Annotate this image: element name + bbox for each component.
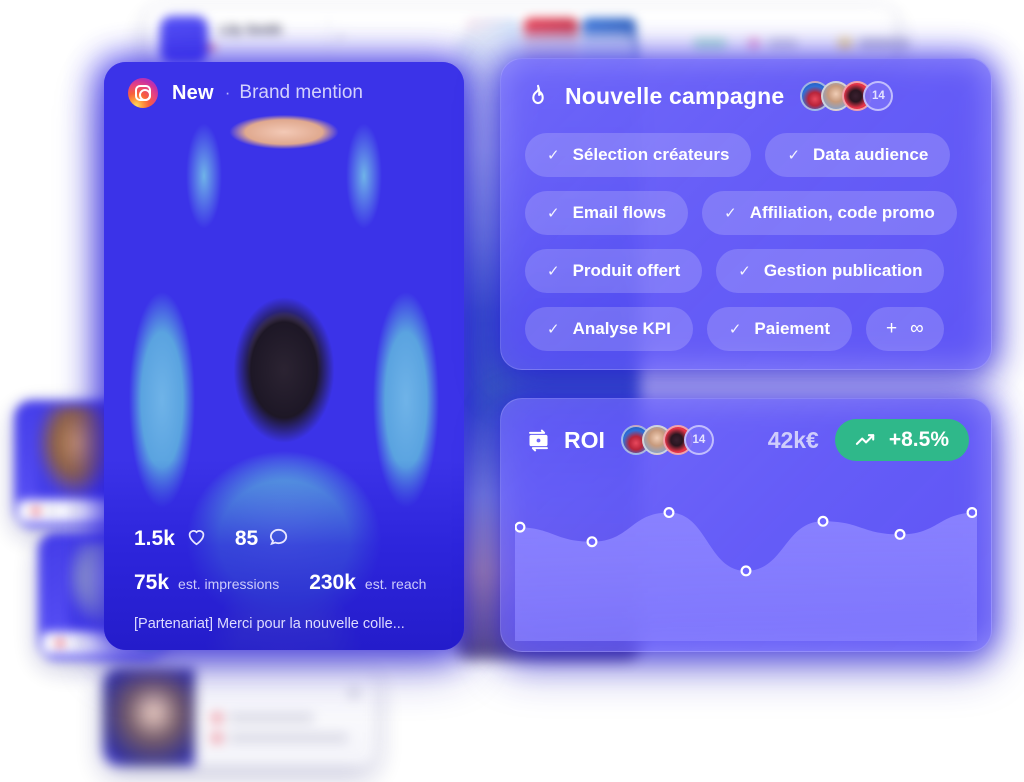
post-reach-value: 230k: [309, 571, 356, 595]
background-profile-name: [211, 686, 215, 701]
post-caption: [Partenariat] Merci pour la nouvelle col…: [134, 616, 405, 633]
campaign-task-list: ✓ Sélection créateurs ✓ Data audience ✓ …: [525, 133, 967, 351]
avatar-overflow-count: 14: [863, 81, 894, 111]
roi-chart-point: [894, 528, 906, 540]
background-panel-subtitle: [220, 44, 223, 54]
chip-label: Sélection créateurs: [572, 145, 730, 164]
check-icon: ✓: [728, 321, 742, 338]
post-header: New · Brand mention: [104, 62, 464, 124]
heart-icon[interactable]: [186, 527, 207, 551]
post-stats: 1.5k 85 75k est. impressions 230k est. r…: [104, 527, 464, 650]
campaign-chip-produit-offert[interactable]: ✓ Produit offert: [525, 249, 703, 293]
roi-chart-point: [586, 536, 598, 548]
post-comments-count: 85: [234, 527, 259, 551]
infinity-icon: ∞: [910, 318, 924, 339]
chip-label: Produit offert: [572, 261, 681, 280]
background-profile-line: [228, 714, 314, 722]
roi-area-chart: [514, 481, 978, 641]
check-icon: ✓: [547, 321, 560, 338]
check-icon: ✓: [547, 263, 560, 280]
background-tag: [858, 38, 910, 50]
post-impressions-label: est. impressions: [178, 576, 280, 593]
background-profile-icon: [213, 734, 221, 742]
background-tag: [748, 38, 760, 50]
background-divider: [328, 18, 329, 60]
check-icon: ✓: [724, 205, 737, 222]
chip-label: Affiliation, code promo: [749, 203, 935, 222]
campaign-avatar-stack[interactable]: 14: [800, 81, 894, 111]
background-tag: [693, 38, 727, 50]
roi-chart-point: [966, 507, 978, 519]
post-impressions-value: 75k: [134, 571, 170, 595]
roi-value: 42k€: [767, 426, 819, 453]
post-reach-label: est. reach: [364, 576, 427, 593]
instagram-icon: [128, 78, 158, 108]
campaign-card[interactable]: Nouvelle campagne 14 ✓ Sélection créateu…: [500, 58, 992, 370]
background-profile-line: [228, 734, 348, 742]
campaign-chip-gestion-publication[interactable]: ✓ Gestion publication: [716, 249, 945, 293]
campaign-header: Nouvelle campagne 14: [525, 81, 967, 111]
roi-chart-area: [515, 512, 977, 641]
comment-icon[interactable]: [269, 527, 289, 551]
campaign-chip-email-flows[interactable]: ✓ Email flows: [525, 191, 689, 235]
roi-card[interactable]: ROI 14 42k€ +8.5%: [500, 398, 992, 652]
post-likes-count: 1.5k: [134, 527, 175, 551]
roi-chart-point: [663, 507, 675, 519]
background-profile-badge: [349, 688, 359, 698]
post-reach-row: 75k est. impressions 230k est. reach: [134, 571, 442, 595]
avatar-overflow-count: 14: [683, 425, 714, 455]
trending-up-icon: [855, 431, 878, 449]
roi-trend-label: +8.5%: [888, 428, 949, 451]
chip-label: Analyse KPI: [572, 319, 671, 338]
campaign-add-more-button[interactable]: + ∞: [866, 307, 944, 351]
flame-icon: [525, 83, 551, 109]
post-engagement-row: 1.5k 85: [134, 527, 442, 551]
post-card[interactable]: New · Brand mention 1.5k 85 75k est. imp…: [104, 62, 464, 650]
check-icon: ✓: [738, 263, 751, 280]
background-tag: [838, 38, 852, 50]
chip-label: Data audience: [813, 145, 929, 164]
background-check-icon: ✓: [336, 30, 347, 44]
chip-label: Email flows: [572, 203, 667, 222]
roi-chart-point: [514, 521, 526, 533]
campaign-chip-affiliation-code-promo[interactable]: ✓ Affiliation, code promo: [702, 191, 957, 235]
post-separator: ·: [224, 83, 231, 102]
background-profile-icon: [213, 714, 221, 722]
screenshot-stage: Lily Smith ✓ New · Brand mention 1.5k 85…: [0, 0, 1024, 782]
campaign-chip-paiement[interactable]: ✓ Paiement: [706, 307, 853, 351]
plus-icon: +: [886, 318, 898, 339]
post-status-label: New: [172, 81, 214, 104]
background-profile-card: [103, 668, 375, 766]
check-icon: ✓: [547, 205, 560, 222]
campaign-chip-data-audience[interactable]: ✓ Data audience: [765, 133, 951, 177]
campaign-chip-analyse-kpi[interactable]: ✓ Analyse KPI: [525, 307, 693, 351]
roi-title: ROI: [564, 426, 605, 453]
background-status-dot: [208, 45, 215, 52]
roi-header: ROI 14 42k€ +8.5%: [501, 399, 991, 461]
check-icon: ✓: [547, 147, 560, 164]
post-type-label: Brand mention: [239, 82, 363, 103]
money-exchange-icon: [525, 427, 552, 454]
background-tag: [768, 38, 798, 50]
chip-label: Gestion publication: [763, 261, 923, 280]
roi-chart-point: [817, 515, 829, 527]
background-panel-name: Lily Smith: [220, 22, 283, 37]
campaign-task-row: ✓ Produit offert ✓ Gestion publication: [525, 249, 967, 293]
roi-chart-svg: [514, 507, 978, 641]
campaign-chip-selection-createurs[interactable]: ✓ Sélection créateurs: [525, 133, 752, 177]
campaign-title: Nouvelle campagne: [565, 82, 785, 109]
background-profile-photo: [103, 668, 195, 766]
campaign-task-row: ✓ Sélection créateurs ✓ Data audience: [525, 133, 967, 177]
roi-chart-point: [740, 565, 752, 577]
campaign-task-row: ✓ Email flows ✓ Affiliation, code promo: [525, 191, 967, 235]
roi-trend-badge: +8.5%: [834, 419, 969, 461]
campaign-task-row: ✓ Analyse KPI ✓ Paiement + ∞: [525, 307, 967, 351]
check-icon: ✓: [787, 147, 801, 164]
roi-avatar-stack[interactable]: 14: [620, 425, 714, 455]
chip-label: Paiement: [754, 319, 831, 338]
